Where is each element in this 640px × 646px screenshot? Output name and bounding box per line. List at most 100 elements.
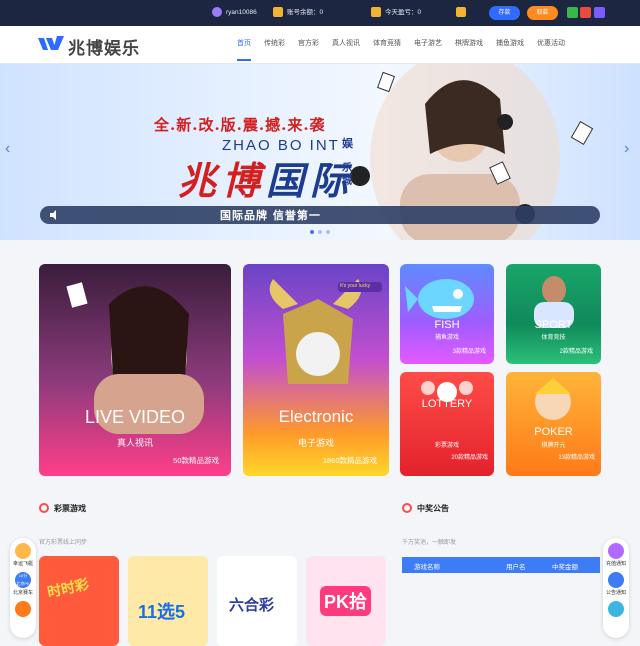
lottery-lhc-tile[interactable]: 六合彩: [217, 556, 297, 646]
fish-count: 3款精品游戏: [452, 349, 486, 355]
float-label-racing: 北京赛车: [12, 590, 33, 596]
electronic-card[interactable]: It's your lucky Electronic 电子游戏 1860款精品游…: [243, 264, 389, 476]
banner-next-icon[interactable]: ›: [624, 140, 629, 158]
more-icon: [15, 601, 31, 617]
electronic-cn: 电子游戏: [297, 438, 334, 448]
nav-item-electronic[interactable]: 电子游艺: [414, 26, 442, 64]
banner-dots: [310, 230, 330, 234]
notice-section-subtitle: 千万奖池，一触即发: [402, 540, 457, 546]
float-label-notice: 公告通知: [605, 590, 626, 596]
lottery-pk10-label: PK拾: [320, 586, 372, 616]
banner-tagline: 国际品牌 信誉第一: [220, 209, 321, 222]
balance-label: 账号余额：0: [287, 9, 324, 16]
deposit-button[interactable]: 存款: [489, 6, 520, 20]
pk-badge-text-b: 北京PK: [16, 581, 30, 586]
recharge-icon: [608, 543, 624, 559]
nav-item-live-video[interactable]: 真人视讯: [332, 26, 360, 64]
logo-text[interactable]: 兆博娱乐: [68, 34, 140, 59]
lottery-11x5-tile[interactable]: 11选5: [128, 556, 208, 646]
poker-card[interactable]: POKER 棋牌开元 13款精品游戏: [506, 372, 601, 476]
electronic-count: 1860款精品游戏: [322, 456, 377, 465]
float-label-recharge: 充值通知: [605, 561, 626, 567]
refresh-info[interactable]: [456, 7, 470, 19]
notice-section-icon: [402, 502, 412, 513]
float-item-more[interactable]: [10, 601, 36, 617]
banner-suffix-a: 娱: [342, 138, 353, 150]
lottery-ssc-label: 时时彩: [45, 575, 91, 601]
banner-brand-b: 国际: [266, 158, 355, 203]
col-amount: 中奖金额: [552, 564, 578, 571]
live-video-count: 50款精品游戏: [173, 456, 219, 465]
nav-item-chess-card[interactable]: 棋牌游戏: [455, 26, 483, 64]
sport-cn: 体育竞技: [541, 335, 566, 341]
nav-item-home[interactable]: 首页: [237, 26, 251, 64]
poker-count: 13款精品游戏: [558, 455, 595, 461]
lottery-section-icon: [39, 502, 49, 513]
fish-card[interactable]: FISH 捕鱼游戏 3款精品游戏: [400, 264, 494, 364]
electronic-badge: It's your lucky: [340, 283, 371, 289]
float-item-recharge[interactable]: 充值通知: [603, 543, 629, 567]
nav-item-promotions[interactable]: 优惠活动: [537, 26, 565, 64]
lottery-title: LOTTERY: [421, 398, 473, 410]
user-info[interactable]: ryan10086: [212, 7, 257, 19]
banner-dot[interactable]: [326, 230, 330, 234]
live-video-title: LIVE VIDEO: [84, 407, 186, 427]
live-video-cn: 真人视讯: [116, 438, 153, 448]
nav-item-official-lottery[interactable]: 官方彩: [298, 26, 319, 64]
float-item-lucky-airship[interactable]: 幸运飞艇: [10, 543, 36, 567]
banner-dot[interactable]: [310, 230, 314, 234]
wallet-icon: [273, 7, 283, 18]
live-video-card[interactable]: LIVE VIDEO 真人视讯 50款精品游戏: [39, 264, 231, 476]
lottery-pk10-tile[interactable]: PK拾: [306, 556, 386, 646]
username: ryan10086: [226, 9, 257, 16]
refresh-icon: [456, 7, 466, 18]
airship-icon: [15, 543, 31, 559]
speaker-icon[interactable]: [49, 210, 59, 220]
poker-title: POKER: [534, 426, 573, 438]
banner-brand: 兆博国际: [178, 150, 354, 205]
box-icon[interactable]: [580, 7, 591, 18]
notice-section-label: 中奖公告: [417, 504, 449, 513]
user-icon: [212, 7, 222, 18]
lottery-ssc-tile[interactable]: 时时彩: [39, 556, 119, 646]
col-game-name: 游戏名称: [414, 564, 440, 571]
col-username: 用户名: [506, 564, 526, 571]
lottery-count: 20款精品游戏: [451, 455, 488, 461]
nav-item-traditional-lottery[interactable]: 传统彩: [264, 26, 285, 64]
nav-item-sports[interactable]: 体育竞猜: [373, 26, 401, 64]
logo-icon[interactable]: [38, 34, 66, 54]
grid-app-icon[interactable]: [567, 7, 578, 18]
coin-icon: [371, 7, 381, 18]
notice-table-header: 游戏名称 用户名 中奖金额: [402, 557, 600, 573]
withdraw-button[interactable]: 取款: [527, 6, 558, 20]
profit-label: 今天盈亏：0: [385, 9, 422, 16]
service-icon: [608, 601, 624, 617]
lottery-section-subtitle: 官方彩票线上同步: [39, 540, 88, 546]
notice-section-title: 中奖公告: [402, 502, 449, 514]
float-item-pk[interactable]: 10分北京PK 北京赛车: [10, 572, 36, 596]
banner-prev-icon[interactable]: ‹: [5, 140, 10, 158]
pk-badge-text-a: 10分: [18, 573, 28, 578]
sport-card[interactable]: SPORT 体育竞技 2款精品游戏: [506, 264, 601, 364]
lottery-section-label: 彩票游戏: [54, 504, 86, 513]
right-float-panel: 充值通知 公告通知: [603, 538, 629, 638]
notice-icon: [608, 572, 624, 588]
profit-info: 今天盈亏：0: [371, 7, 421, 19]
banner-slogan: 全.新.改.版.震.撼.来.袭: [154, 116, 326, 134]
lottery-lhc-label: 六合彩: [229, 597, 275, 614]
fish-cn: 捕鱼游戏: [434, 335, 459, 341]
lottery-section-title: 彩票游戏: [39, 502, 86, 514]
pk-badge-icon: 10分北京PK: [15, 572, 31, 588]
nav-menu: 首页 传统彩 官方彩 真人视讯 体育竞猜 电子游艺 棋牌游戏 捕鱼游戏 优惠活动: [237, 26, 578, 64]
sport-count: 2款精品游戏: [559, 349, 593, 355]
lottery-cn: 彩票游戏: [434, 443, 459, 449]
banner-dot[interactable]: [318, 230, 322, 234]
fish-title: FISH: [434, 319, 460, 331]
mail-icon[interactable]: [594, 7, 605, 18]
nav-item-fishing[interactable]: 捕鱼游戏: [496, 26, 524, 64]
float-item-notice[interactable]: 公告通知: [603, 572, 629, 596]
float-item-service[interactable]: [603, 601, 629, 617]
top-bar: ryan10086 账号余额：0 今天盈亏：0 存款 取款: [0, 0, 640, 26]
lottery-card[interactable]: LOTTERY 彩票游戏 20款精品游戏: [400, 372, 494, 476]
electronic-title: Electronic: [278, 407, 354, 426]
